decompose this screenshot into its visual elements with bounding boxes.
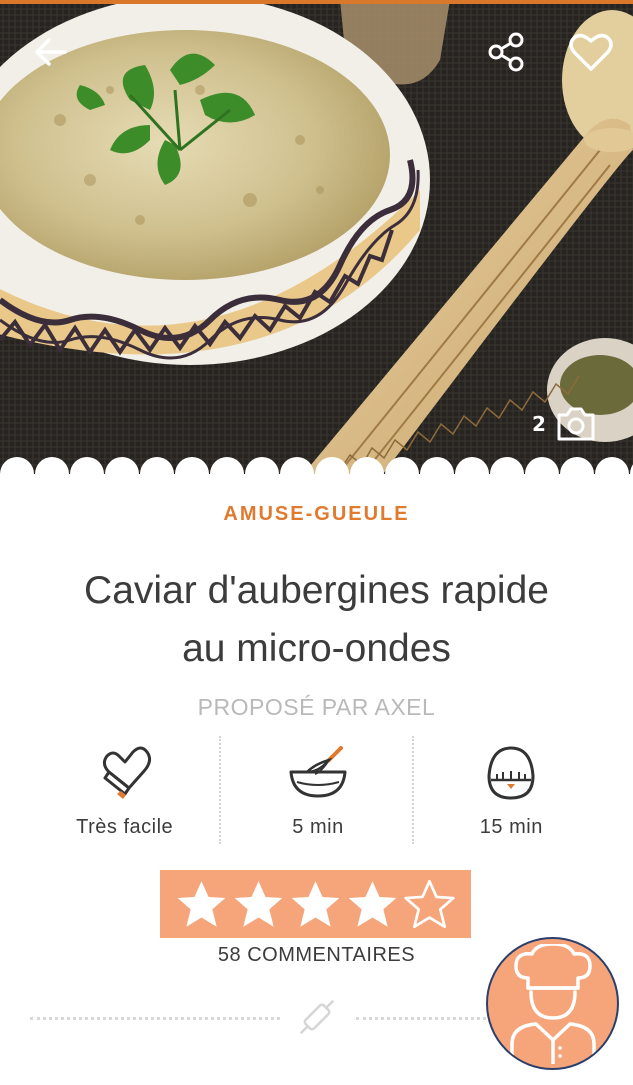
difficulty-info: Très facile — [28, 736, 221, 844]
recipe-photo[interactable]: 2 — [0, 0, 633, 478]
favorite-button[interactable] — [566, 28, 616, 76]
comments-label: COMMENTAIRES — [247, 944, 416, 966]
recipe-title-line2: au micro-ondes — [182, 627, 451, 670]
photo-gallery-button[interactable]: 2 — [532, 404, 612, 444]
star-filled-icon[interactable] — [174, 878, 229, 930]
comments-count: 58 — [217, 944, 242, 966]
star-filled-icon[interactable] — [231, 878, 286, 930]
recipe-title-line1: Caviar d'aubergines rapide — [84, 569, 549, 612]
back-button[interactable] — [28, 30, 72, 74]
whisk-bowl-icon — [289, 746, 347, 798]
recipe-title: Caviar d'aubergines rapide au micro-onde… — [30, 562, 603, 678]
section-divider-right — [356, 1017, 486, 1020]
star-filled-icon[interactable] — [288, 878, 343, 930]
egg-timer-icon — [487, 746, 535, 800]
difficulty-label: Très facile — [76, 816, 174, 838]
top-accent-bar — [0, 0, 633, 4]
chef-button[interactable] — [486, 937, 619, 1070]
arrow-left-icon — [35, 38, 67, 66]
star-filled-icon[interactable] — [345, 878, 400, 930]
chef-icon — [509, 943, 596, 1064]
cook-time-info: 15 min — [415, 736, 608, 844]
scalloped-edge — [0, 457, 633, 486]
share-button[interactable] — [484, 30, 528, 74]
oven-mitt-icon — [102, 746, 151, 799]
photo-count: 2 — [532, 412, 546, 436]
rolling-pin-icon — [299, 999, 335, 1035]
star-empty-icon[interactable] — [402, 878, 457, 930]
share-icon — [488, 32, 524, 72]
cook-time-label: 15 min — [479, 816, 543, 838]
heart-outline-icon — [569, 33, 613, 71]
prep-time-info: 5 min — [221, 736, 414, 844]
prep-time-label: 5 min — [292, 816, 344, 838]
section-divider-left — [30, 1017, 280, 1020]
recipe-category[interactable]: AMUSE-GUEULE — [0, 503, 633, 526]
rating-stars[interactable] — [160, 870, 471, 938]
recipe-author[interactable]: PROPOSÉ PAR AXEL — [0, 694, 633, 721]
camera-icon — [557, 407, 595, 441]
recipe-info-row: Très facile 5 min 15 min — [28, 736, 608, 844]
